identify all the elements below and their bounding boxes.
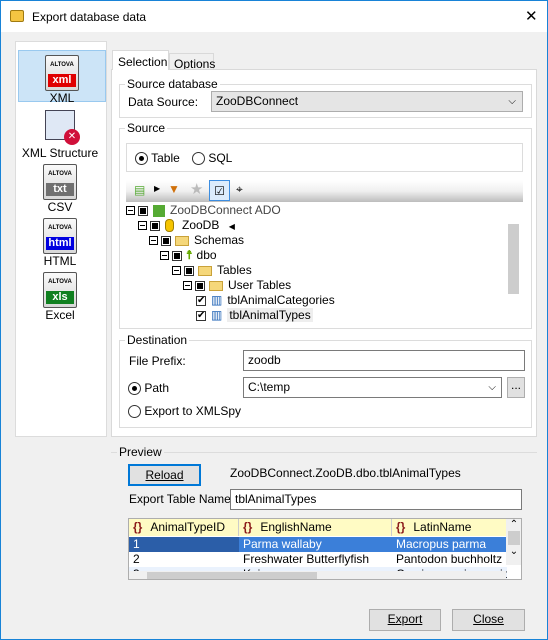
destination-legend: Destination — [125, 333, 190, 347]
tree-node-tblanimaltypes[interactable]: ▥tblAnimalTypes — [193, 308, 313, 323]
csv-file-icon: ALTOVA txt — [43, 164, 77, 200]
locate-icon[interactable]: ⌖ — [236, 182, 243, 197]
tab-selection[interactable]: Selection — [112, 50, 169, 70]
table-radio[interactable]: Table — [135, 151, 180, 166]
sql-radio[interactable]: SQL — [192, 151, 232, 166]
tab-options[interactable]: Options — [169, 53, 215, 71]
favorites-icon[interactable]: ★ — [190, 180, 203, 198]
path-radio[interactable]: Path — [128, 381, 169, 396]
tree-node-tblanimalcategories[interactable]: ▥tblAnimalCategories — [193, 293, 335, 308]
reload-button[interactable]: Reload — [128, 464, 201, 486]
browse-button[interactable]: ... — [507, 377, 525, 398]
format-sidebar: ALTOVA xml XML ✕ XML Structure ALTOVA txt … — [15, 41, 107, 437]
table-row[interactable]: 2 Freshwater Butterflyfish Pantodon buchho… — [129, 552, 507, 567]
tree-node-user-tables[interactable]: User Tables — [183, 278, 291, 293]
folder-icon — [175, 235, 189, 246]
folder-icon — [198, 265, 212, 276]
sidebar-label: Excel — [45, 308, 75, 322]
column-header[interactable]: {} EnglishName — [239, 519, 392, 536]
sidebar-item-excel[interactable]: ALTOVA xls Excel — [16, 272, 104, 322]
schema-user-icon: ☨ — [186, 248, 193, 262]
chevron-down-icon: ⌵ — [508, 96, 516, 107]
filter-icon[interactable]: ▼ — [168, 182, 180, 196]
preview-grid: {} AnimalTypeID {} EnglishName {} LatinName… — [128, 518, 522, 580]
close-icon[interactable]: ✕ — [525, 7, 538, 25]
add-object-icon[interactable]: ▤ — [134, 183, 145, 197]
sidebar-item-xml[interactable]: ALTOVA xml XML — [18, 50, 106, 105]
source-legend: Source — [125, 121, 168, 135]
app-icon — [10, 10, 24, 22]
export-dialog: Export database data ✕ ALTOVA xml XML ✕ X… — [0, 0, 548, 640]
column-header[interactable]: {} AnimalTypeID — [129, 519, 239, 536]
column-icon: {} — [243, 520, 253, 534]
xml-structure-icon: ✕ — [45, 110, 80, 145]
title-bar: Export database data ✕ — [1, 1, 547, 32]
export-button[interactable]: Export — [369, 609, 441, 631]
sidebar-label: CSV — [47, 200, 73, 214]
checked-only-icon[interactable]: ☑ — [209, 180, 230, 201]
excel-file-icon: ALTOVA xls — [43, 272, 77, 308]
xml-file-icon: ALTOVA xml — [45, 55, 79, 91]
grid-horizontal-scrollbar[interactable] — [129, 571, 506, 579]
sidebar-item-html[interactable]: ALTOVA html HTML — [16, 218, 104, 268]
chevron-down-icon: ⌵ — [488, 382, 496, 393]
window-title: Export database data — [32, 10, 147, 24]
preview-source-path: ZooDBConnect.ZooDB.dbo.tblAnimalTypes — [230, 466, 461, 480]
dropdown-arrow-icon[interactable]: ▶ — [154, 184, 160, 193]
column-header[interactable]: {} LatinName — [392, 519, 507, 536]
sidebar-label: XML — [49, 91, 75, 105]
sidebar-label: HTML — [43, 254, 77, 268]
file-prefix-input[interactable]: zoodb — [243, 350, 525, 371]
table-icon: ▥ — [211, 308, 223, 322]
tree-node-schemas[interactable]: Schemas — [149, 233, 244, 248]
tree-view: ZooDBConnect ADO ZooDB ◀ Schemas ☨ dbo Ta… — [126, 202, 523, 324]
tree-node-connection[interactable]: ZooDBConnect ADO — [126, 203, 281, 218]
column-icon: {} — [133, 520, 143, 534]
export-table-name-input[interactable]: tblAnimalTypes — [230, 489, 522, 510]
tree-node-zoodb[interactable]: ZooDB ◀ — [138, 218, 235, 233]
file-prefix-label: File Prefix: — [129, 354, 186, 368]
sidebar-item-xml-structure[interactable]: ✕ XML Structure — [16, 110, 104, 160]
data-source-select[interactable]: ZooDBConnect ⌵ — [211, 91, 523, 112]
tree-toolbar: ▤ ▶ ▼ ★ ☑ ⌖ — [126, 180, 523, 202]
database-icon — [165, 219, 174, 233]
export-table-name-label: Export Table Name: — [129, 492, 235, 506]
data-source-label: Data Source: — [128, 95, 199, 109]
export-to-xmlspy-radio[interactable]: Export to XMLSpy — [128, 404, 241, 419]
table-icon: ▥ — [211, 293, 223, 307]
close-button[interactable]: Close — [452, 609, 525, 631]
tree-scrollbar[interactable] — [506, 202, 523, 324]
preview-legend: Preview — [117, 445, 164, 459]
source-database-legend: Source database — [125, 77, 220, 91]
sidebar-label: XML Structure — [21, 146, 99, 160]
grid-vertical-scrollbar[interactable]: ⌃ ⌄ — [506, 519, 521, 565]
tree-node-tables[interactable]: Tables — [172, 263, 252, 278]
sidebar-item-csv[interactable]: ALTOVA txt CSV — [16, 164, 104, 214]
folder-icon — [209, 280, 223, 291]
tree-node-dbo[interactable]: ☨ dbo — [160, 248, 217, 263]
mode-box — [126, 143, 523, 172]
table-row[interactable]: 1 Parma wallaby Macropus parma — [129, 537, 507, 552]
html-file-icon: ALTOVA html — [43, 218, 77, 254]
path-select[interactable]: C:\temp ⌵ — [243, 377, 502, 398]
column-icon: {} — [396, 520, 406, 534]
